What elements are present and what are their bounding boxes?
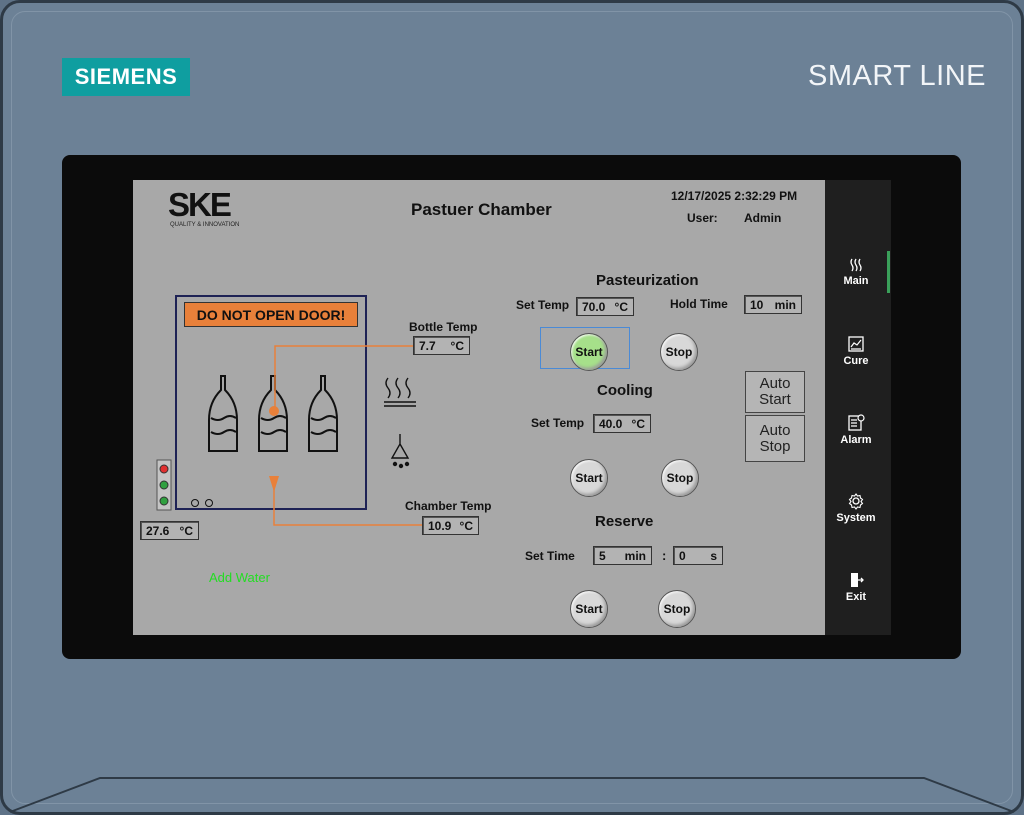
pasteurization-stop-button[interactable]: Stop: [660, 333, 698, 371]
brand-logo: SIEMENS: [62, 58, 190, 96]
add-water-indicator: Add Water: [209, 570, 270, 585]
chamber-probe-dot: [269, 476, 279, 492]
heat-icon: [384, 377, 416, 407]
hold-time-label: Hold Time: [670, 297, 728, 311]
cooling-stop-button[interactable]: Stop: [661, 459, 699, 497]
reserve-minutes-input[interactable]: 5 min: [593, 546, 652, 565]
chamber-temp-label: Chamber Temp: [405, 499, 492, 513]
nav-cure[interactable]: Cure: [825, 330, 887, 372]
cooling-set-temp-label: Set Temp: [531, 416, 585, 430]
reserve-seconds-input[interactable]: 0s: [673, 546, 723, 565]
gear-icon: [848, 493, 864, 510]
nav-main[interactable]: Main: [825, 251, 890, 293]
nav-system[interactable]: System: [825, 487, 887, 529]
exit-icon: [851, 573, 864, 587]
bottle-probe-line: [274, 345, 415, 410]
pasteurization-start-button[interactable]: Start: [570, 333, 608, 371]
reserve-title: Reserve: [595, 513, 654, 530]
reserve-stop-button[interactable]: Stop: [658, 590, 696, 628]
pasteurization-set-temp-label: Set Temp: [516, 298, 570, 312]
series-label: SMART LINE: [808, 60, 986, 92]
nav-exit[interactable]: Exit: [825, 566, 887, 608]
bottle-probe-dot: [269, 406, 279, 416]
chamber-temp-display: 10.9 °C: [422, 516, 479, 535]
pasteurization-set-temp-input[interactable]: 70.0 °C: [576, 297, 634, 316]
pasteurization-title: Pasteurization: [596, 272, 699, 289]
green-light-icon: [159, 480, 169, 490]
auto-stop-button[interactable]: Auto Stop: [745, 415, 805, 462]
chamber-probe-line: [273, 480, 423, 526]
ambient-temp-display: 27.6 °C: [140, 521, 199, 540]
green-light-icon-2: [159, 496, 169, 506]
cooling-start-button[interactable]: Start: [570, 459, 608, 497]
hmi-screen: SKE QUALITY & INNOVATION Pastuer Chamber…: [133, 180, 825, 635]
alarm-list-icon: [848, 414, 865, 431]
nav-alarm[interactable]: Alarm: [825, 409, 887, 451]
red-light-icon: [159, 464, 169, 474]
reserve-set-time-label: Set Time: [525, 549, 575, 563]
auto-start-button[interactable]: Auto Start: [745, 371, 805, 413]
chamber-graphics: [156, 345, 423, 526]
side-navigation: Main Cure Alarm System Exit: [825, 180, 891, 635]
cooling-set-temp-input[interactable]: 40.0 °C: [593, 414, 651, 433]
bottle-temp-label: Bottle Temp: [409, 320, 478, 334]
cooling-title: Cooling: [597, 382, 653, 399]
reserve-start-button[interactable]: Start: [570, 590, 608, 628]
chart-icon: [848, 336, 864, 352]
bottle-temp-display: 7.7 °C: [413, 336, 470, 355]
hold-time-input[interactable]: 10 min: [744, 295, 802, 314]
time-separator: :: [662, 548, 667, 563]
spray-nozzle-icon: [390, 434, 410, 469]
heat-icon: [850, 258, 862, 272]
